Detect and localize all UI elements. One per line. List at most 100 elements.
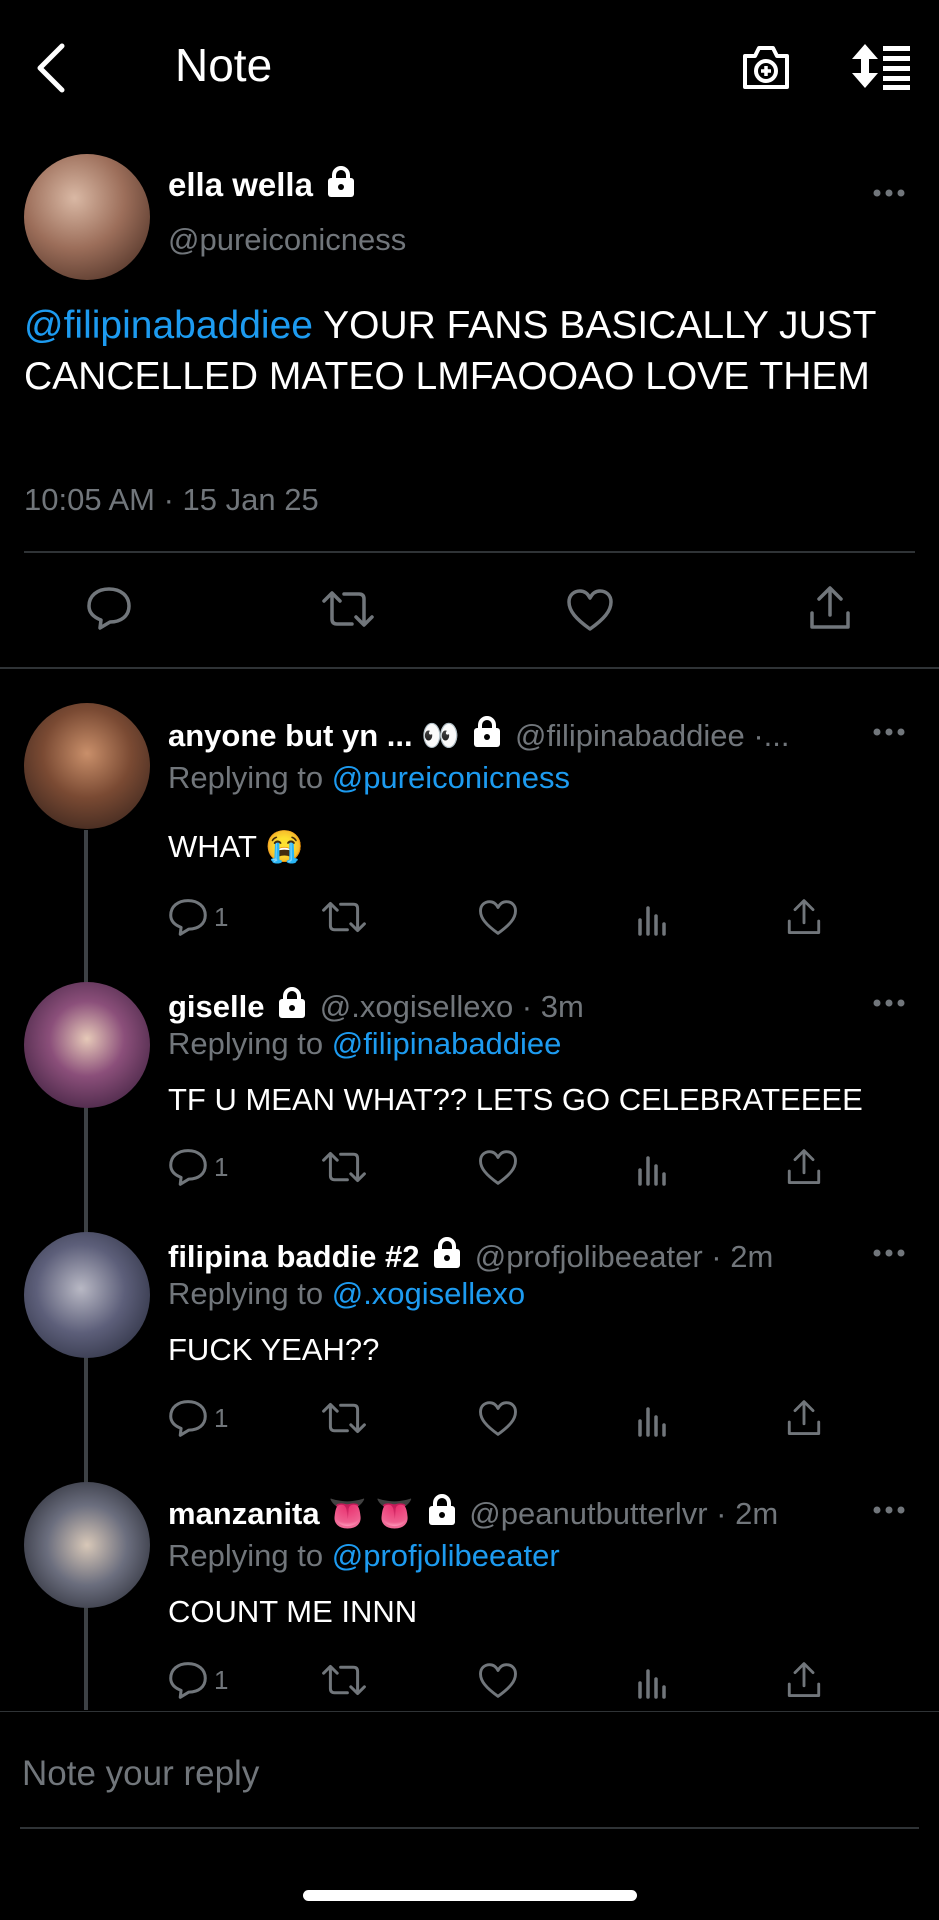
retweet-button[interactable] (320, 900, 368, 939)
reply-author-name[interactable]: giselle (168, 989, 265, 1024)
reply-count: 1 (214, 901, 229, 932)
bar-chart-icon (638, 906, 666, 936)
mention-link[interactable]: @filipinabaddiee (332, 1026, 562, 1061)
page-title: Note (175, 39, 273, 91)
share-button[interactable] (808, 585, 852, 631)
sort-button[interactable] (850, 42, 912, 90)
back-button[interactable] (30, 40, 74, 96)
more-icon (873, 1249, 905, 1257)
camera-button[interactable] (740, 42, 792, 92)
avatar[interactable] (24, 154, 150, 280)
more-options-button[interactable] (872, 1505, 906, 1515)
avatar[interactable] (24, 703, 150, 829)
lock-icon (474, 716, 501, 747)
reply-author-name[interactable]: filipina baddie #2 (168, 1239, 420, 1274)
reply-author-handle[interactable]: @.xogisellexo · 3m (320, 989, 584, 1024)
bar-chart-icon (638, 1156, 666, 1186)
share-icon (787, 1149, 821, 1184)
more-options-button[interactable] (872, 998, 906, 1008)
like-button[interactable] (478, 1400, 518, 1442)
divider (24, 551, 915, 553)
reply-count: 1 (214, 1151, 229, 1182)
reply-button[interactable]: 1 (168, 1399, 228, 1437)
share-button[interactable] (786, 1148, 822, 1191)
analytics-button[interactable] (636, 902, 670, 941)
more-icon (873, 728, 905, 736)
heart-icon (479, 1401, 517, 1436)
camera-plus-icon (743, 46, 789, 89)
reply-button[interactable]: 1 (168, 1148, 228, 1186)
share-icon (787, 1400, 821, 1435)
heart-icon (479, 1663, 517, 1698)
reply-text: WHAT 😭 (168, 829, 304, 864)
home-indicator[interactable] (303, 1890, 637, 1901)
analytics-button[interactable] (636, 1152, 670, 1191)
retweet-button[interactable] (320, 589, 376, 629)
replying-to: Replying to @profjolibeeater (168, 1538, 560, 1574)
avatar[interactable] (24, 982, 150, 1108)
lock-icon (428, 1494, 455, 1525)
comment-icon (169, 1149, 207, 1186)
analytics-button[interactable] (636, 1403, 670, 1442)
more-options-button[interactable] (872, 727, 906, 737)
more-options-button[interactable] (872, 1248, 906, 1258)
heart-icon (479, 900, 517, 935)
reply-author-handle[interactable]: @filipinabaddiee ·... (515, 718, 789, 753)
reply-header: manzanita 👅 👅 @peanutbutterlvr · 2m (168, 1494, 778, 1532)
divider (0, 1711, 939, 1712)
reply-header: anyone but yn ... 👀 @filipinabaddiee ·..… (168, 716, 790, 754)
mention-link[interactable]: @pureiconicness (332, 760, 570, 795)
share-icon (787, 899, 821, 934)
tweet-text: @filipinabaddiee YOUR FANS BASICALLY JUS… (24, 300, 904, 402)
like-button[interactable] (478, 899, 518, 941)
replying-to-prefix: Replying to (168, 760, 332, 795)
reply-author-name[interactable]: manzanita 👅 👅 (168, 1496, 414, 1531)
mention-link[interactable]: @.xogisellexo (332, 1276, 525, 1311)
like-button[interactable] (478, 1149, 518, 1191)
retweet-button[interactable] (320, 1150, 368, 1189)
divider (0, 667, 939, 669)
avatar[interactable] (24, 1482, 150, 1608)
retweet-button[interactable] (320, 1663, 368, 1702)
reply-input[interactable] (20, 1748, 914, 1800)
reply-header: giselle @.xogisellexo · 3m (168, 987, 584, 1025)
retweet-button[interactable] (320, 1401, 368, 1440)
reply-actions: 1 (0, 898, 939, 942)
replying-to: Replying to @filipinabaddiee (168, 1026, 561, 1062)
author-handle[interactable]: @pureiconicness (168, 222, 406, 258)
mention-link[interactable]: @filipinabaddiee (24, 304, 313, 347)
divider (20, 1827, 919, 1829)
reply-count: 1 (214, 1402, 229, 1433)
like-button[interactable] (566, 588, 614, 632)
reply-author-name[interactable]: anyone but yn ... 👀 (168, 718, 460, 753)
comment-icon (169, 899, 207, 936)
reply-author-handle[interactable]: @profjolibeeater · 2m (475, 1239, 774, 1274)
more-options-button[interactable] (872, 188, 906, 198)
retweet-icon (322, 1402, 366, 1434)
avatar[interactable] (24, 1232, 150, 1358)
sort-list-icon (852, 44, 910, 90)
reply-actions: 1 (0, 1661, 939, 1705)
reply-button[interactable] (86, 586, 132, 630)
reply-button[interactable]: 1 (168, 1661, 228, 1699)
share-button[interactable] (786, 1399, 822, 1442)
share-button[interactable] (786, 1661, 822, 1704)
reply-author-handle[interactable]: @peanutbutterlvr · 2m (469, 1496, 778, 1531)
retweet-icon (322, 901, 366, 933)
reply-header: filipina baddie #2 @profjolibeeater · 2m (168, 1237, 773, 1275)
reply-text: TF U MEAN WHAT?? LETS GO CELEBRATEEEE (168, 1082, 863, 1117)
author-name-text: ella wella (168, 166, 313, 203)
analytics-button[interactable] (636, 1665, 670, 1704)
author-name[interactable]: ella wella (168, 166, 356, 204)
mention-link[interactable]: @profjolibeeater (332, 1538, 560, 1573)
replying-to-prefix: Replying to (168, 1026, 332, 1061)
chevron-left-icon (37, 43, 65, 93)
like-button[interactable] (478, 1662, 518, 1704)
reply-button[interactable]: 1 (168, 898, 228, 936)
share-icon (810, 586, 850, 629)
share-button[interactable] (786, 898, 822, 941)
retweet-icon (322, 1151, 366, 1183)
reply-text: COUNT ME INNN (168, 1594, 418, 1629)
replying-to-prefix: Replying to (168, 1276, 332, 1311)
reply-actions: 1 (0, 1148, 939, 1192)
